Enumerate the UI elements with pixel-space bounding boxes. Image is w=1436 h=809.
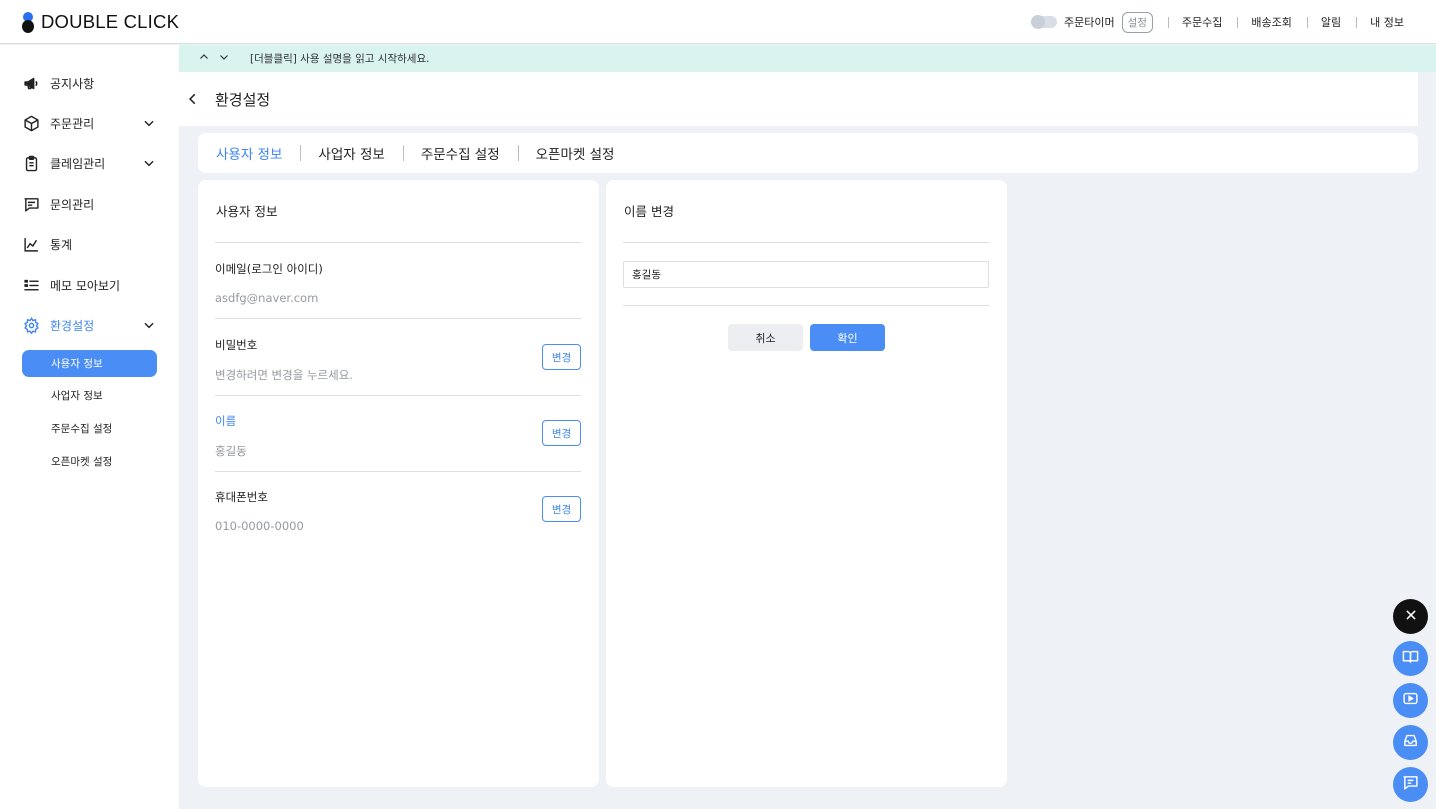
settings-tabs: 사용자 정보 사업자 정보 주문수집 설정 오픈마켓 설정: [198, 133, 1418, 173]
sidebar-item-label: 주문관리: [50, 116, 95, 131]
field-value: asdfg@naver.com: [215, 291, 319, 305]
sidebar-item-inquiries[interactable]: 문의관리: [22, 192, 162, 216]
sidebar-item-claims[interactable]: 클레임관리: [22, 151, 162, 175]
divider: [215, 242, 581, 243]
memo-icon: [22, 276, 40, 294]
nav-link-order-collect[interactable]: 주문수집: [1182, 14, 1222, 30]
chart-icon: [22, 235, 40, 253]
logo[interactable]: DOUBLE CLICK: [22, 11, 179, 33]
chevron-down-icon: [142, 156, 156, 173]
sidebar-item-label: 환경설정: [50, 318, 95, 333]
card-title: 사용자 정보: [216, 204, 278, 219]
divider: [517, 145, 519, 161]
sidebar-subitem-order-collect-settings[interactable]: 주문수집 설정: [22, 415, 157, 442]
inbox-fab-button[interactable]: [1393, 725, 1428, 760]
message-icon: [1402, 774, 1419, 795]
guide-fab-button[interactable]: [1393, 641, 1428, 676]
field-label: 이메일(로그인 아이디): [215, 262, 323, 276]
field-label: 휴대폰번호: [215, 490, 268, 504]
page-title: 환경설정: [215, 90, 271, 109]
box-icon: [22, 114, 40, 132]
field-name: 이름 홍길동 변경: [215, 413, 581, 459]
divider: [300, 145, 302, 161]
field-label: 비밀번호: [215, 338, 258, 352]
sidebar-subitem-business-info[interactable]: 사업자 정보: [22, 382, 157, 409]
sidebar-subitem-openmarket-settings[interactable]: 오픈마켓 설정: [22, 448, 157, 475]
name-change-card: 이름 변경 홍길동 취소 확인: [606, 180, 1007, 787]
chat-icon: [22, 195, 40, 213]
sidebar-item-settings[interactable]: 환경설정: [22, 313, 162, 337]
book-icon: [1402, 648, 1419, 669]
sidebar-item-label: 클레임관리: [50, 156, 106, 171]
field-label: 이름: [215, 414, 237, 428]
sidebar: 공지사항 주문관리 클레임관리 문의관리 통계 메모 모아보기 환경설정 사용자…: [0, 45, 179, 809]
sidebar-item-statistics[interactable]: 통계: [22, 232, 162, 256]
tab-business-info[interactable]: 사업자 정보: [318, 143, 384, 163]
divider: [1237, 16, 1239, 28]
nav-link-notifications[interactable]: 알림: [1321, 14, 1341, 30]
chevron-down-icon[interactable]: [218, 51, 230, 66]
chevron-down-icon: [142, 116, 156, 133]
logo-text: DOUBLE CLICK: [41, 11, 180, 32]
nav-link-my-info[interactable]: 내 정보: [1370, 14, 1404, 30]
divider: [215, 395, 581, 396]
card-title: 이름 변경: [624, 204, 674, 219]
tab-order-collect-settings[interactable]: 주문수집 설정: [421, 143, 500, 163]
header-nav: 주문타이머 설정 주문수집 배송조회 알림 내 정보: [1030, 11, 1404, 33]
field-value: 변경하려면 변경을 누르세요.: [215, 368, 353, 382]
divider: [215, 318, 581, 319]
close-icon: [1404, 607, 1418, 626]
cancel-button[interactable]: 취소: [728, 324, 803, 351]
chevron-up-icon[interactable]: [198, 51, 210, 66]
inbox-icon: [1402, 732, 1419, 753]
sidebar-item-orders[interactable]: 주문관리: [22, 111, 162, 135]
divider: [623, 242, 989, 243]
sidebar-item-memos[interactable]: 메모 모아보기: [22, 273, 162, 297]
divider: [1306, 16, 1308, 28]
field-password: 비밀번호 변경하려면 변경을 누르세요. 변경: [215, 337, 581, 383]
logo-mark-icon: [22, 11, 34, 33]
tab-openmarket-settings[interactable]: 오픈마켓 설정: [536, 143, 615, 163]
gear-icon: [22, 316, 40, 334]
divider: [215, 471, 581, 472]
tab-user-info[interactable]: 사용자 정보: [216, 143, 282, 163]
sidebar-subitem-user-info[interactable]: 사용자 정보: [22, 350, 157, 377]
user-info-card: 사용자 정보 이메일(로그인 아이디) asdfg@naver.com 비밀번호…: [198, 180, 599, 787]
confirm-button[interactable]: 확인: [810, 324, 885, 351]
sidebar-item-label: 통계: [50, 237, 73, 252]
field-email: 이메일(로그인 아이디) asdfg@naver.com: [215, 261, 581, 305]
divider: [402, 145, 404, 161]
order-timer-label: 주문타이머: [1063, 16, 1115, 29]
field-value: 홍길동: [215, 444, 247, 458]
change-phone-button[interactable]: 변경: [542, 496, 581, 522]
sidebar-item-label: 공지사항: [50, 76, 95, 91]
divider: [623, 305, 989, 306]
change-password-button[interactable]: 변경: [542, 344, 581, 370]
order-timer-settings-button[interactable]: 설정: [1121, 11, 1153, 33]
close-fab-button[interactable]: [1393, 599, 1428, 634]
page-title-bar: 환경설정: [179, 72, 1418, 126]
clipboard-icon: [22, 154, 40, 172]
order-timer-toggle[interactable]: [1030, 15, 1057, 29]
nav-link-delivery[interactable]: 배송조회: [1251, 14, 1291, 30]
notice-arrows: [198, 51, 230, 66]
divider: [1356, 16, 1358, 28]
sidebar-item-label: 문의관리: [50, 197, 95, 212]
megaphone-icon: [22, 74, 40, 92]
play-icon: [1402, 690, 1419, 711]
chevron-down-icon: [142, 318, 156, 335]
top-header: DOUBLE CLICK 주문타이머 설정 주문수집 배송조회 알림 내 정보: [0, 0, 1436, 44]
back-arrow-icon[interactable]: [181, 87, 205, 111]
video-fab-button[interactable]: [1393, 683, 1428, 718]
sidebar-item-notices[interactable]: 공지사항: [22, 71, 162, 95]
field-value: 010-0000-0000: [215, 519, 304, 533]
notice-text[interactable]: [더블클릭] 사용 설명을 읽고 시작하세요.: [250, 51, 429, 66]
sidebar-item-label: 메모 모아보기: [50, 278, 121, 293]
chat-fab-button[interactable]: [1393, 767, 1428, 802]
divider: [1167, 16, 1169, 28]
notice-bar: [더블클릭] 사용 설명을 읽고 시작하세요.: [179, 45, 1436, 72]
field-phone: 휴대폰번호 010-0000-0000 변경: [215, 489, 581, 533]
name-input[interactable]: 홍길동: [623, 261, 989, 288]
change-name-button[interactable]: 변경: [542, 420, 581, 446]
